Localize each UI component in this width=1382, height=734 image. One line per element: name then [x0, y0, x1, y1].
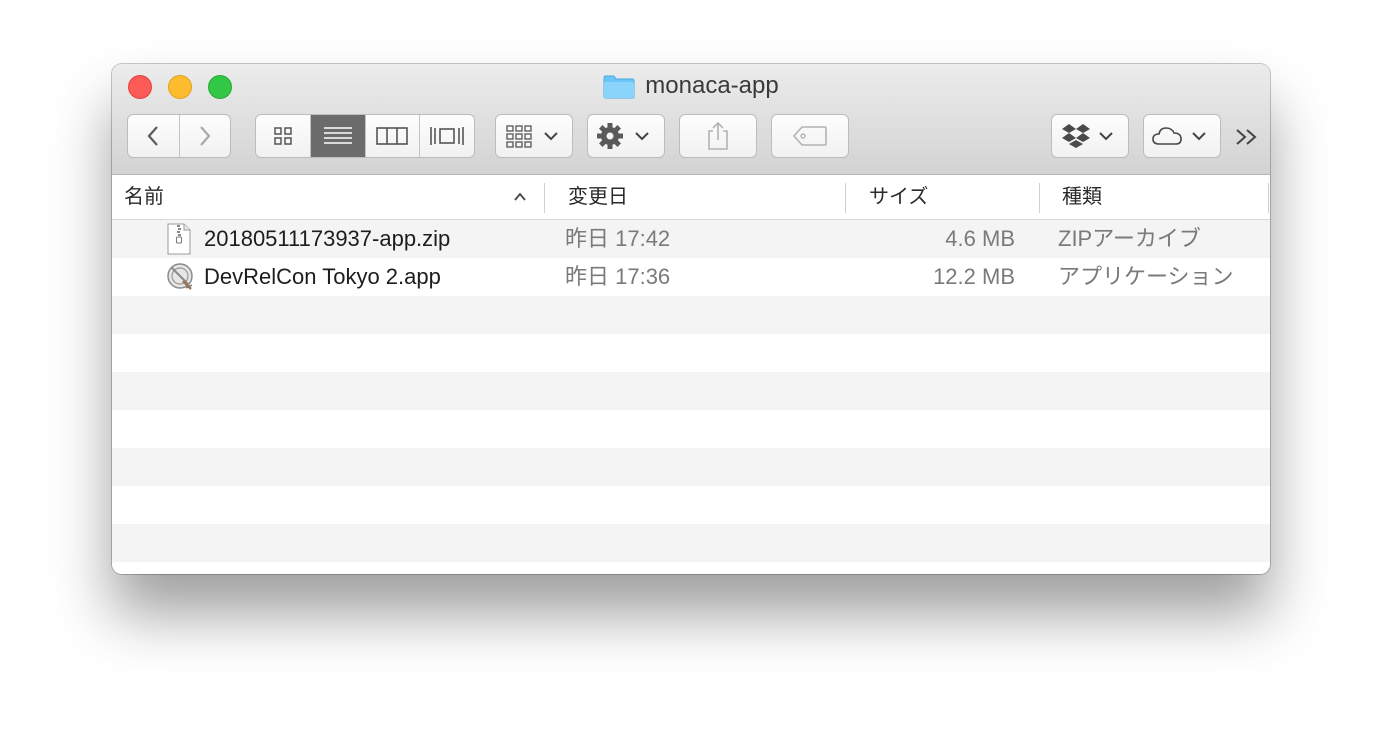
cover-flow-icon [430, 127, 464, 145]
cloud-icon [1152, 127, 1206, 145]
file-name: 20180511173937-app.zip [204, 226, 451, 251]
gear-icon [597, 123, 649, 149]
back-button[interactable] [128, 115, 180, 157]
chevron-left-icon [147, 126, 159, 146]
column-view-button[interactable] [366, 115, 421, 157]
window-title: monaca-app [112, 72, 1270, 100]
column-header-kind[interactable]: 種類 [1062, 175, 1102, 219]
empty-row [112, 410, 1270, 448]
file-date: 昨日 17:42 [565, 226, 671, 251]
window-title-text: monaca-app [645, 72, 779, 99]
share-button[interactable] [679, 114, 757, 158]
empty-row [112, 448, 1270, 486]
navigation-buttons [127, 114, 231, 158]
sort-ascending-icon[interactable] [512, 189, 528, 205]
tag-icon [792, 126, 827, 146]
app-icon [166, 261, 193, 293]
share-icon [708, 121, 728, 150]
view-mode-control [255, 114, 475, 158]
empty-row [112, 562, 1270, 574]
file-row[interactable]: DevRelCon Tokyo 2.app 昨日 17:36 12.2 MB ア… [112, 258, 1270, 296]
list-view-button[interactable] [310, 115, 366, 157]
file-size: 12.2 MB [933, 264, 1015, 289]
list-icon [323, 127, 352, 144]
double-chevron-right-icon [1236, 129, 1257, 145]
title-bar: monaca-app [112, 64, 1270, 175]
file-date: 昨日 17:36 [565, 264, 671, 289]
grid-icon [274, 127, 292, 145]
column-header-size[interactable]: サイズ [869, 175, 928, 219]
file-name: DevRelCon Tokyo 2.app [204, 264, 441, 289]
arrange-button[interactable] [495, 114, 573, 158]
empty-row [112, 486, 1270, 524]
folder-icon [603, 74, 635, 99]
empty-row [112, 524, 1270, 562]
arrange-icon [506, 125, 558, 148]
column-divider[interactable] [1268, 183, 1269, 213]
finder-window: monaca-app 名前 変更日 サイズ 種類 20180511173937-… [112, 64, 1270, 574]
action-button[interactable] [587, 114, 665, 158]
empty-row [112, 296, 1270, 334]
file-list: 20180511173937-app.zip 昨日 17:42 4.6 MB Z… [112, 220, 1270, 574]
column-divider[interactable] [544, 183, 545, 213]
dropbox-icon [1062, 124, 1113, 148]
cloud-button[interactable] [1143, 114, 1221, 158]
tags-button[interactable] [771, 114, 849, 158]
column-header: 名前 変更日 サイズ 種類 [112, 175, 1270, 220]
file-kind: アプリケーション [1058, 264, 1234, 289]
column-header-date[interactable]: 変更日 [568, 175, 628, 219]
columns-icon [376, 127, 409, 145]
empty-row [112, 372, 1270, 410]
forward-button[interactable] [180, 115, 231, 157]
toolbar-overflow-button[interactable] [1232, 122, 1262, 152]
file-row[interactable]: 20180511173937-app.zip 昨日 17:42 4.6 MB Z… [112, 220, 1270, 258]
chevron-right-icon [199, 126, 211, 146]
column-header-name[interactable]: 名前 [124, 175, 164, 219]
icon-view-button[interactable] [256, 115, 311, 157]
dropbox-button[interactable] [1051, 114, 1129, 158]
cover-flow-view-button[interactable] [420, 115, 474, 157]
column-divider[interactable] [845, 183, 846, 213]
file-kind: ZIPアーカイブ [1058, 226, 1201, 251]
file-size: 4.6 MB [945, 226, 1015, 251]
column-divider[interactable] [1039, 183, 1040, 213]
zip-file-icon [166, 223, 192, 255]
empty-row [112, 334, 1270, 372]
